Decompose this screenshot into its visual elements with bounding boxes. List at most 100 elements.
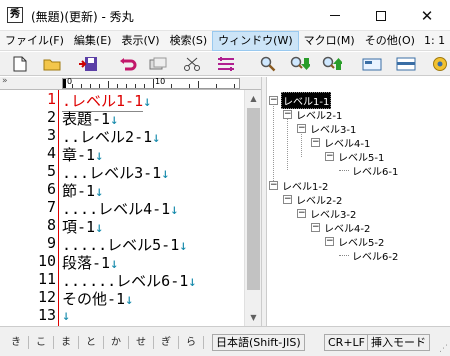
tree-node-label: レベル5-2: [338, 238, 385, 249]
find-button[interactable]: [258, 54, 278, 74]
tree-node-level4-1[interactable]: − レベル4-1: [311, 136, 371, 150]
line-number: 10: [37, 252, 56, 270]
menu-window[interactable]: ウィンドウ(W): [212, 30, 299, 51]
function-key[interactable]: せ: [129, 336, 154, 349]
text-line[interactable]: その他-1↓: [62, 288, 134, 309]
new-file-icon: [13, 56, 27, 72]
ruler-tick: [198, 81, 199, 88]
eol-marker: ↓: [152, 130, 161, 146]
expand-icon[interactable]: »: [2, 76, 8, 86]
tree-node-level6-1[interactable]: レベル6-1: [339, 164, 399, 178]
function-key[interactable]: き: [4, 336, 29, 349]
text-line[interactable]: ↓: [62, 306, 70, 324]
menu-search[interactable]: 検索(S): [165, 31, 213, 51]
eol-marker: ↓: [161, 166, 170, 182]
menu-file[interactable]: ファイル(F): [0, 31, 69, 51]
tree-node-level3-2[interactable]: − レベル3-2: [297, 207, 357, 221]
collapse-icon[interactable]: −: [311, 138, 320, 147]
find-next-up-button[interactable]: [322, 54, 342, 74]
tree-guide-line: [287, 116, 288, 170]
tree-node-level5-1[interactable]: − レベル5-1: [325, 150, 385, 164]
collapse-icon[interactable]: −: [269, 96, 278, 105]
collapse-icon[interactable]: −: [283, 110, 292, 119]
minimize-button[interactable]: [312, 0, 358, 31]
collapse-icon[interactable]: −: [269, 181, 278, 190]
gutter-separator: [58, 90, 59, 326]
tree-node-level1-1[interactable]: − レベル1-1: [269, 92, 332, 109]
ruler-cursor-marker: [63, 79, 66, 88]
line-ending-indicator[interactable]: CR+LF: [324, 334, 369, 351]
cut-button[interactable]: [182, 54, 202, 74]
split-window-button[interactable]: [396, 54, 416, 74]
tree-node-label: レベル3-1: [310, 125, 357, 136]
replace-button[interactable]: [362, 54, 382, 74]
tree-node-level2-1[interactable]: − レベル2-1: [283, 108, 343, 122]
menu-bar: ファイル(F) 編集(E) 表示(V) 検索(S) ウィンドウ(W) マクロ(M…: [0, 30, 450, 51]
collapse-icon[interactable]: −: [325, 152, 334, 161]
function-key[interactable]: ぎ: [154, 336, 179, 349]
undo-button[interactable]: [118, 54, 138, 74]
copy-icon: [149, 57, 167, 70]
outline-tree[interactable]: − レベル1-1 − レベル2-1 − レベル3-1 − レベル4-1 − レベル5-1 …: [267, 90, 450, 326]
scroll-down-arrow-icon[interactable]: ▼: [245, 309, 262, 326]
open-button[interactable]: [42, 54, 62, 74]
copy-button[interactable]: [148, 54, 168, 74]
line-number: 3: [46, 126, 56, 144]
menu-edit[interactable]: 編集(E): [69, 31, 117, 51]
encoding-indicator[interactable]: 日本語(Shift-JIS): [212, 334, 305, 351]
tree-node-level2-2[interactable]: − レベル2-2: [283, 193, 343, 207]
tree-node-level5-2[interactable]: − レベル5-2: [325, 235, 385, 249]
tree-node-level4-2[interactable]: − レベル4-2: [311, 221, 371, 235]
eol-marker: ↓: [170, 202, 179, 218]
function-key[interactable]: こ: [29, 336, 54, 349]
line-number: 4: [46, 144, 56, 162]
new-file-button[interactable]: [10, 54, 30, 74]
collapse-icon[interactable]: −: [283, 195, 292, 204]
line-number: 8: [46, 216, 56, 234]
find-icon: [260, 56, 276, 72]
maximize-button[interactable]: [358, 0, 404, 31]
tree-node-label: レベル4-1: [324, 139, 371, 150]
close-button[interactable]: ✕: [404, 0, 450, 31]
tree-node-level3-1[interactable]: − レベル3-1: [297, 122, 357, 136]
collapse-icon[interactable]: −: [311, 223, 320, 232]
function-key[interactable]: か: [104, 336, 129, 349]
function-key[interactable]: ま: [54, 336, 79, 349]
replace-icon: [362, 58, 382, 71]
menu-macro[interactable]: マクロ(M): [299, 31, 360, 51]
tree-node-level1-2[interactable]: − レベル1-2: [269, 179, 329, 193]
tree-node-label: レベル6-1: [352, 167, 399, 178]
input-mode-indicator[interactable]: 挿入モード: [367, 334, 430, 351]
line-number: 7: [46, 198, 56, 216]
tree-leaf-connector: [339, 170, 349, 171]
eol-marker: ↓: [62, 308, 71, 324]
tree-node-label: レベル4-2: [324, 224, 371, 235]
menu-view[interactable]: 表示(V): [116, 31, 164, 51]
line-number: 2: [46, 108, 56, 126]
tree-node-level6-2[interactable]: レベル6-2: [339, 249, 399, 263]
line-number: 5: [46, 162, 56, 180]
collapse-icon[interactable]: −: [297, 124, 306, 133]
eol-marker: ↓: [143, 94, 152, 110]
find-next-down-button[interactable]: [290, 54, 310, 74]
tree-node-label: レベル5-1: [338, 153, 385, 164]
eol-marker: ↓: [179, 238, 188, 254]
text-editor[interactable]: 1 2 3 4 5 6 7 8 9 10 11 12 13 .レベル1-1↓ 表…: [0, 90, 244, 326]
ruler-tick: [216, 84, 217, 88]
ruler-tick: [126, 84, 127, 88]
function-key[interactable]: と: [79, 336, 104, 349]
save-button[interactable]: [78, 54, 98, 74]
line-number: 13: [37, 306, 56, 324]
help-button[interactable]: [430, 54, 450, 74]
collapse-icon[interactable]: −: [325, 237, 334, 246]
app-icon[interactable]: 秀: [7, 7, 23, 23]
function-key[interactable]: ら: [179, 336, 204, 349]
scrollbar-thumb[interactable]: [247, 108, 260, 290]
menu-other[interactable]: その他(O): [360, 31, 420, 51]
vertical-scrollbar[interactable]: ▲ ▼: [244, 90, 261, 326]
paste-button[interactable]: [216, 54, 236, 74]
resize-grip-icon[interactable]: ⋰: [439, 344, 448, 354]
split-window-icon: [396, 57, 416, 71]
collapse-icon[interactable]: −: [297, 209, 306, 218]
scroll-up-arrow-icon[interactable]: ▲: [245, 90, 262, 107]
